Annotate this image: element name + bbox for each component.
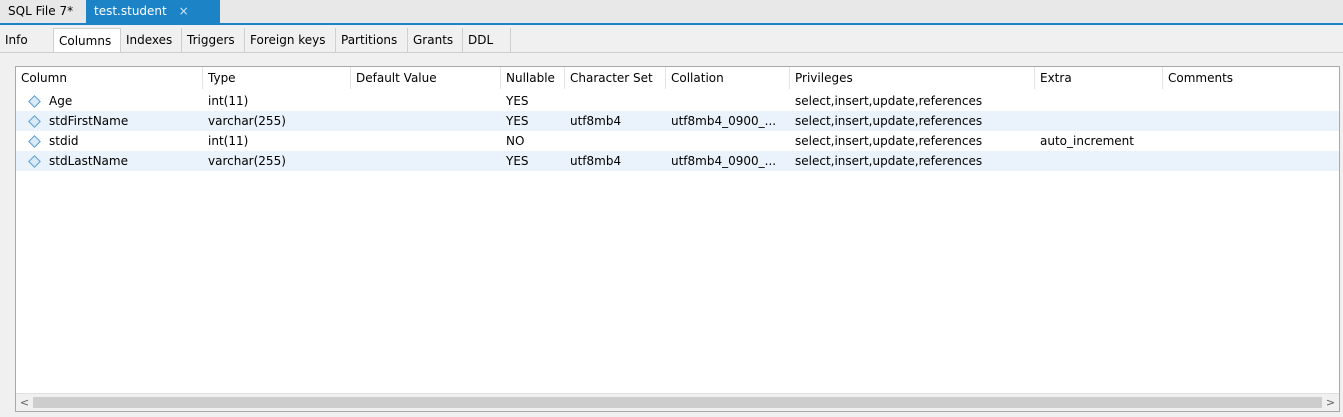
cell-privileges: select,insert,update,references	[795, 154, 983, 168]
cell-comments	[1163, 91, 1339, 111]
tab-info[interactable]: Info	[0, 28, 42, 52]
cell-collation	[666, 91, 790, 111]
close-icon[interactable]: ×	[179, 4, 189, 18]
column-diamond-icon	[28, 134, 41, 148]
cell-default-value	[351, 151, 501, 171]
divider	[0, 52, 1343, 53]
tab-label: DDL	[468, 33, 494, 47]
column-name: stdLastName	[49, 154, 128, 168]
tab-grants[interactable]: Grants	[408, 28, 463, 52]
tab-foreign-keys[interactable]: Foreign keys	[245, 28, 336, 52]
cell-collation: utf8mb4_0900_...	[671, 154, 777, 168]
tab-label: Columns	[59, 34, 112, 48]
cell-extra: auto_increment	[1040, 134, 1134, 148]
inspector-tab-bar: Info Columns Indexes Triggers Foreign ke…	[0, 28, 1343, 52]
cell-character-set	[565, 131, 666, 151]
cell-collation: utf8mb4_0900_...	[671, 114, 777, 128]
table-row[interactable]: stdLastName varchar(255) YES utf8mb4 utf…	[16, 151, 1339, 171]
cell-type: int(11)	[208, 134, 249, 148]
cell-column: stdFirstName	[16, 111, 203, 131]
header-privileges[interactable]: Privileges	[790, 67, 1035, 89]
tab-label: test.student	[94, 4, 167, 18]
tab-indexes[interactable]: Indexes	[121, 28, 182, 52]
cell-nullable: YES	[506, 114, 529, 128]
column-diamond-icon	[28, 154, 41, 168]
cell-type: int(11)	[208, 94, 249, 108]
column-diamond-icon	[28, 94, 41, 108]
cell-nullable: NO	[506, 134, 525, 148]
cell-type: varchar(255)	[208, 114, 286, 128]
header-nullable[interactable]: Nullable	[501, 67, 565, 89]
column-name: Age	[49, 94, 73, 108]
scroll-right-icon[interactable]: >	[1322, 394, 1339, 411]
table-row[interactable]: Age int(11) YES select,insert,update,ref…	[16, 91, 1339, 111]
cell-column: Age	[16, 91, 203, 111]
tab-label: Grants	[413, 33, 454, 47]
cell-extra	[1035, 151, 1163, 171]
column-name: stdid	[49, 134, 79, 148]
cell-comments	[1163, 131, 1339, 151]
tab-ddl[interactable]: DDL	[463, 28, 511, 52]
column-name: stdFirstName	[49, 114, 129, 128]
column-diamond-icon	[28, 114, 41, 128]
cell-nullable: YES	[506, 154, 529, 168]
cell-column: stdLastName	[16, 151, 203, 171]
cell-extra	[1035, 91, 1163, 111]
scroll-left-icon[interactable]: <	[16, 394, 33, 411]
scrollbar-thumb[interactable]	[33, 397, 1322, 408]
tab-columns[interactable]: Columns	[53, 28, 121, 52]
horizontal-scrollbar[interactable]: < >	[16, 393, 1339, 411]
tab-label: SQL File 7*	[8, 4, 74, 18]
cell-character-set	[565, 91, 666, 111]
cell-extra	[1035, 111, 1163, 131]
cell-privileges: select,insert,update,references	[795, 134, 983, 148]
table-row[interactable]: stdid int(11) NO select,insert,update,re…	[16, 131, 1339, 151]
tab-label: Foreign keys	[250, 33, 326, 47]
cell-type: varchar(255)	[208, 154, 286, 168]
cell-character-set: utf8mb4	[570, 114, 622, 128]
columns-grid: Column Type Default Value Nullable Chara…	[15, 66, 1340, 412]
cell-comments	[1163, 111, 1339, 131]
cell-character-set: utf8mb4	[570, 154, 622, 168]
cell-comments	[1163, 151, 1339, 171]
grid-header: Column Type Default Value Nullable Chara…	[16, 67, 1339, 89]
tab-label: Partitions	[341, 33, 398, 47]
cell-default-value	[351, 91, 501, 111]
cell-column: stdid	[16, 131, 203, 151]
cell-default-value	[351, 111, 501, 131]
tab-label: Triggers	[187, 33, 235, 47]
header-default-value[interactable]: Default Value	[351, 67, 501, 89]
header-column[interactable]: Column	[16, 67, 203, 89]
tab-sql-file-7[interactable]: SQL File 7*	[0, 0, 90, 23]
cell-default-value	[351, 131, 501, 151]
table-row[interactable]: stdFirstName varchar(255) YES utf8mb4 ut…	[16, 111, 1339, 131]
tab-test-student[interactable]: test.student ×	[86, 0, 220, 25]
tab-label: Info	[5, 33, 28, 47]
tab-label: Indexes	[126, 33, 173, 47]
header-character-set[interactable]: Character Set	[565, 67, 666, 89]
header-type[interactable]: Type	[203, 67, 351, 89]
tab-partitions[interactable]: Partitions	[336, 28, 408, 52]
cell-privileges: select,insert,update,references	[795, 94, 983, 108]
header-extra[interactable]: Extra	[1035, 67, 1163, 89]
header-collation[interactable]: Collation	[666, 67, 790, 89]
cell-nullable: YES	[506, 94, 529, 108]
header-comments[interactable]: Comments	[1163, 67, 1339, 89]
tab-triggers[interactable]: Triggers	[182, 28, 245, 52]
cell-privileges: select,insert,update,references	[795, 114, 983, 128]
cell-collation	[666, 131, 790, 151]
document-tab-bar: SQL File 7* test.student ×	[0, 0, 1343, 25]
